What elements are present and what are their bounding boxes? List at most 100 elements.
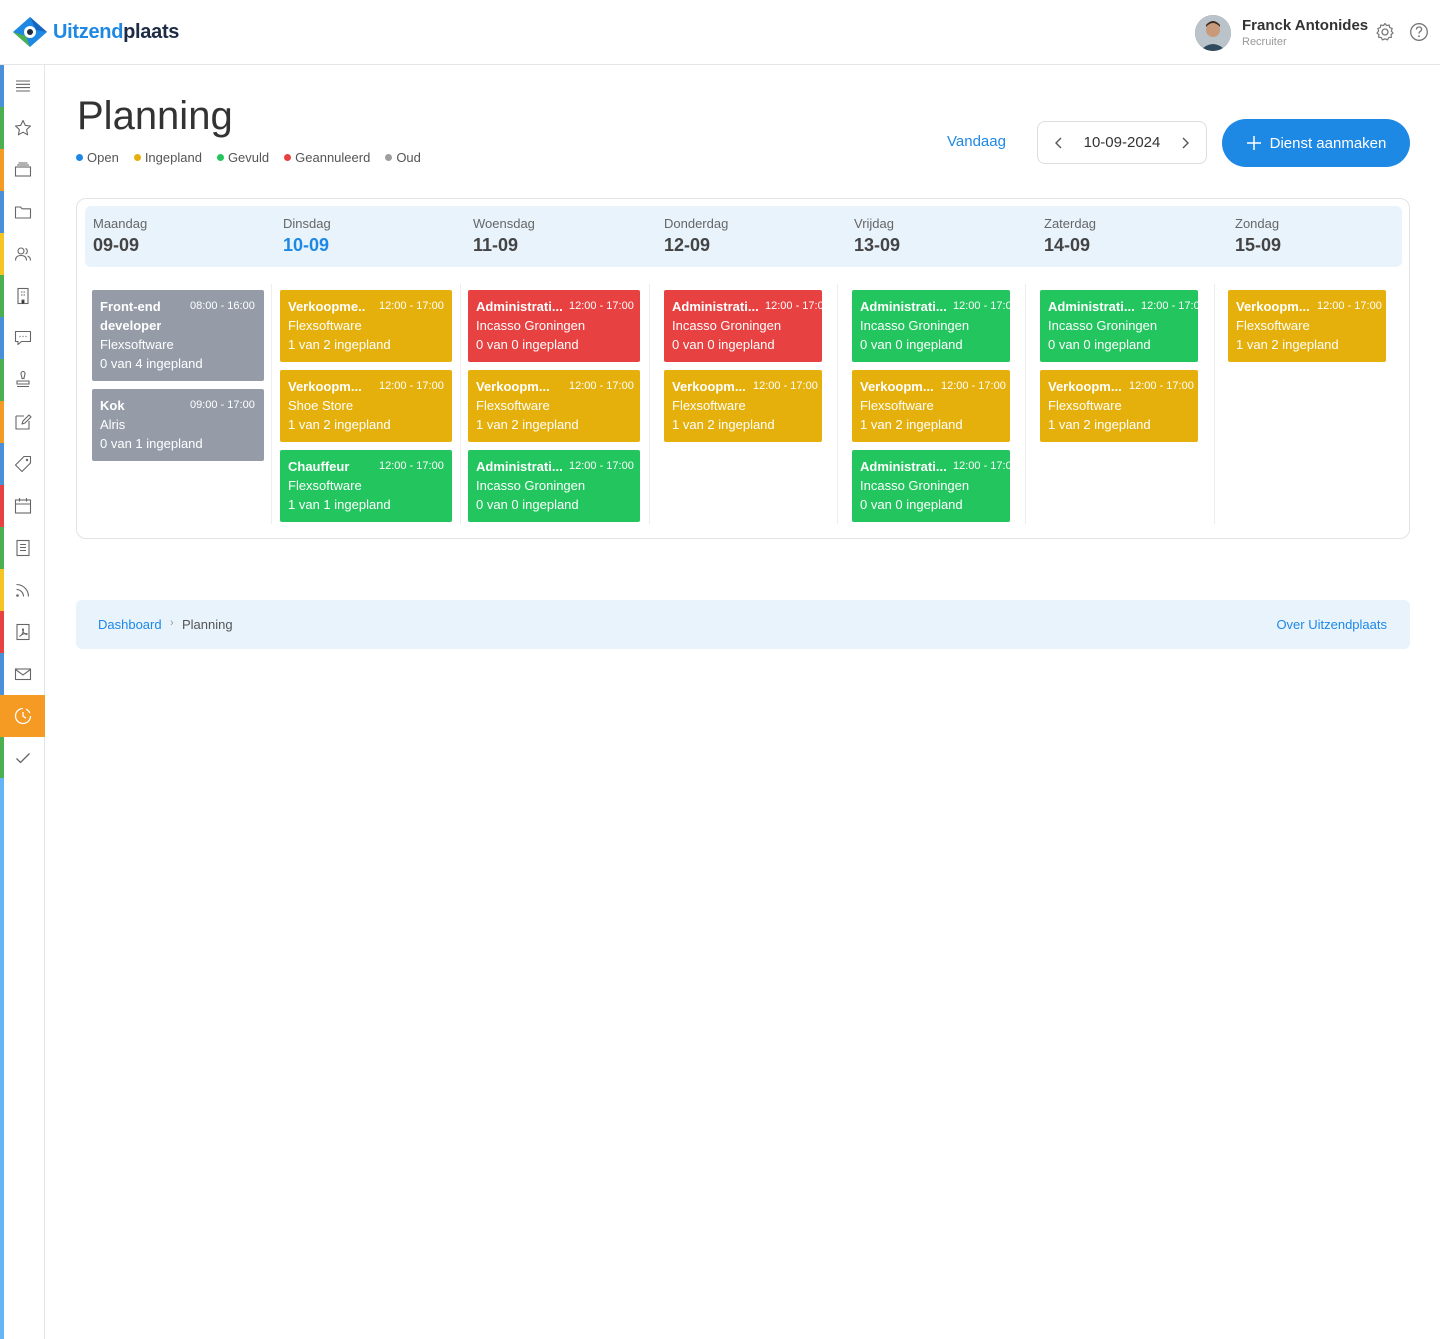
shift-card[interactable]: Administrati... 12:00 - 17:00 Incasso Gr…	[468, 450, 640, 522]
shift-time: 09:00 - 17:00	[190, 399, 255, 411]
shift-time: 12:00 - 17:0	[1141, 300, 1198, 312]
sidebar-item-menu[interactable]	[0, 65, 45, 107]
sidebar-item-layers[interactable]	[0, 149, 45, 191]
sidebar-item-feed[interactable]	[0, 569, 45, 611]
sidebar-item-tasks[interactable]	[0, 737, 45, 779]
sidebar-item-folders[interactable]	[0, 191, 45, 233]
shift-title: Verkoopm...	[1236, 299, 1310, 314]
top-bar: Uitzendplaats Franck Antonides Recruiter	[0, 0, 1440, 65]
user-name: Franck Antonides	[1242, 17, 1369, 34]
shift-title: Administrati...	[476, 459, 563, 474]
check-icon	[15, 753, 30, 764]
day-name: Zaterdag	[1044, 216, 1097, 231]
sidebar-item-edit[interactable]	[0, 401, 45, 443]
today-button[interactable]: Vandaag	[947, 133, 1006, 150]
shift-card[interactable]: Verkoopm... 12:00 - 17:00 Flexsoftware 1…	[664, 370, 822, 442]
shift-card[interactable]: Chauffeur 12:00 - 17:00 Flexsoftware 1 v…	[280, 450, 452, 522]
shift-status: 1 van 2 ingepland	[288, 417, 391, 432]
shift-time: 12:00 - 17:0	[953, 300, 1010, 312]
shift-card[interactable]: Verkoopm... 12:00 - 17:00 Flexsoftware 1…	[1228, 290, 1386, 362]
sidebar-item-pdf[interactable]	[0, 611, 45, 653]
day-name: Donderdag	[664, 216, 729, 231]
legend-dot	[216, 154, 224, 161]
shift-time: 12:00 - 17:00	[941, 380, 1006, 392]
rss-icon	[15, 583, 29, 597]
shift-status: 0 van 0 ingepland	[476, 337, 579, 352]
shift-status: 1 van 2 ingepland	[1048, 417, 1151, 432]
day-name: Maandag	[93, 216, 148, 231]
current-date[interactable]: 10-09-2024	[1084, 134, 1161, 151]
stamp-icon	[15, 370, 30, 388]
sidebar-item-mail[interactable]	[0, 653, 45, 695]
shift-status: 1 van 2 ingepland	[672, 417, 775, 432]
about-link[interactable]: Over Uitzendplaats	[1276, 617, 1387, 632]
pdf-icon	[15, 623, 30, 641]
shift-card[interactable]: Administrati... 12:00 - 17:0 Incasso Gro…	[664, 290, 822, 362]
shift-card[interactable]: Administrati... 12:00 - 17:00 Incasso Gr…	[468, 290, 640, 362]
user-menu[interactable]: Franck Antonides Recruiter	[1195, 15, 1368, 51]
shift-card[interactable]: Verkoopm... 12:00 - 17:00 Flexsoftware 1…	[852, 370, 1010, 442]
column-divider	[460, 284, 461, 524]
shift-company: Flexsoftware	[100, 337, 174, 352]
breadcrumb-dashboard-link[interactable]: Dashboard	[98, 617, 162, 632]
shift-time: 12:00 - 17:00	[1129, 380, 1194, 392]
shift-card[interactable]: Administrati... 12:00 - 17:0 Incasso Gro…	[852, 450, 1010, 522]
brand-name-part2: plaats	[123, 20, 180, 43]
star-icon	[14, 119, 31, 136]
shift-card[interactable]: Kok 09:00 - 17:00 Alris 0 van 1 ingeplan…	[92, 389, 264, 461]
sidebar-fill	[0, 778, 4, 1339]
shift-company: Flexsoftware	[860, 398, 934, 413]
shift-card[interactable]: Verkoopm... 12:00 - 17:00 Flexsoftware 1…	[468, 370, 640, 442]
sidebar-item-users[interactable]	[0, 233, 45, 275]
shift-company: Incasso Groningen	[860, 318, 970, 333]
day-name: Dinsdag	[283, 216, 331, 231]
shift-company: Incasso Groningen	[476, 318, 586, 333]
menu-icon	[15, 80, 30, 92]
shift-card[interactable]: Front-end developer 08:00 - 16:00 Flexso…	[92, 290, 264, 381]
shift-card[interactable]: Administrati... 12:00 - 17:0 Incasso Gro…	[1040, 290, 1198, 362]
sidebar-item-favorites[interactable]	[0, 107, 45, 149]
legend-item-geannuleerd: Geannuleerd	[284, 150, 370, 165]
day-header-wednesday: Woensdag 11-09	[465, 206, 653, 267]
day-date: 11-09	[473, 235, 519, 255]
shift-company: Incasso Groningen	[860, 478, 970, 493]
shift-card[interactable]: Verkoopme.. 12:00 - 17:00 Flexsoftware 1…	[280, 290, 452, 362]
legend-dot	[133, 154, 141, 161]
chevron-left-icon[interactable]	[1052, 136, 1066, 150]
sidebar-item-planning[interactable]	[0, 695, 45, 737]
day-date: 12-09	[664, 235, 711, 255]
brand-logo[interactable]: Uitzendplaats	[12, 16, 179, 48]
sidebar-item-tags[interactable]	[0, 443, 45, 485]
help-icon[interactable]	[1409, 22, 1429, 42]
user-role: Recruiter	[1242, 36, 1287, 48]
edit-icon	[14, 414, 32, 430]
gear-icon[interactable]	[1375, 22, 1395, 42]
shift-status: 1 van 2 ingepland	[1236, 337, 1339, 352]
shift-company: Alris	[100, 417, 126, 432]
chevron-right-icon[interactable]	[1178, 136, 1192, 150]
create-shift-button[interactable]: Dienst aanmaken	[1222, 119, 1410, 167]
sidebar-item-companies[interactable]	[0, 275, 45, 317]
sidebar-item-approvals[interactable]	[0, 359, 45, 401]
shift-title: Chauffeur	[288, 459, 350, 474]
shift-card[interactable]: Verkoopm... 12:00 - 17:00 Flexsoftware 1…	[1040, 370, 1198, 442]
shift-status: 1 van 1 ingepland	[288, 497, 391, 512]
shift-time: 12:00 - 17:00	[379, 380, 444, 392]
shift-card[interactable]: Administrati... 12:00 - 17:0 Incasso Gro…	[852, 290, 1010, 362]
status-legend: Open Ingepland Gevuld Geannuleerd Oud	[76, 150, 436, 165]
shift-card[interactable]: Verkoopm... 12:00 - 17:00 Shoe Store 1 v…	[280, 370, 452, 442]
legend-label: Ingepland	[144, 150, 202, 165]
day-header-thursday: Donderdag 12-09	[656, 206, 844, 267]
sidebar-item-documents[interactable]	[0, 527, 45, 569]
sidebar-item-calendar[interactable]	[0, 485, 45, 527]
day-name: Vrijdag	[854, 216, 894, 231]
plus-icon	[1246, 136, 1261, 150]
column-divider	[271, 284, 272, 524]
logo-icon	[13, 17, 47, 47]
breadcrumb-current: Planning	[182, 617, 233, 632]
shift-title: Verkoopm...	[476, 379, 550, 394]
legend-label: Oud	[396, 150, 421, 165]
avatar[interactable]	[1195, 15, 1231, 51]
sidebar-item-messages[interactable]	[0, 317, 45, 359]
chat-icon	[14, 330, 31, 346]
